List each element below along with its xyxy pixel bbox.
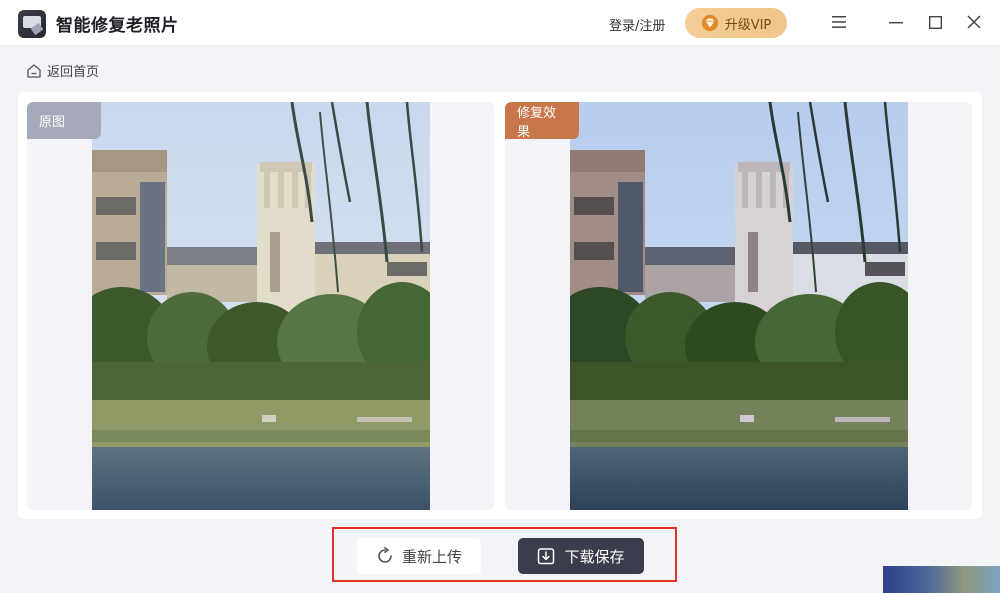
maximize-icon [928,15,942,29]
download-icon [538,548,555,565]
diamond-icon [701,14,718,32]
minimize-icon [889,22,903,24]
original-photo [92,102,430,510]
close-icon [967,15,981,29]
menu-icon [832,16,846,28]
title-bar: 智能修复老照片 登录/注册 升级VIP [0,0,1000,46]
background-window-strip [883,566,1000,593]
minimize-button[interactable] [886,12,906,32]
upgrade-vip-button[interactable]: 升级VIP [685,8,787,38]
reupload-label: 重新上传 [401,547,462,566]
app-logo-icon [18,10,46,38]
back-home-label: 返回首页 [47,65,100,80]
restored-photo [570,102,908,510]
maximize-button[interactable] [925,12,945,32]
original-photo-card: 原图 [27,102,494,510]
restored-tag: 修复效果 [505,102,579,140]
home-icon [27,63,41,78]
refresh-icon [378,547,392,563]
app-title: 智能修复老照片 [56,16,179,36]
reupload-button[interactable]: 重新上传 [357,538,481,574]
download-save-button[interactable]: 下载保存 [518,538,644,574]
upgrade-vip-label: 升级VIP [724,17,772,33]
menu-button[interactable] [829,12,849,32]
comparison-panel: 原图 修复效果 [18,92,982,519]
original-tag: 原图 [27,102,101,139]
back-home-link[interactable]: 返回首页 [26,61,99,80]
restored-photo-card: 修复效果 [505,102,972,510]
login-register-link[interactable]: 登录/注册 [609,15,665,34]
download-save-label: 下载保存 [564,547,625,566]
close-button[interactable] [964,12,984,32]
